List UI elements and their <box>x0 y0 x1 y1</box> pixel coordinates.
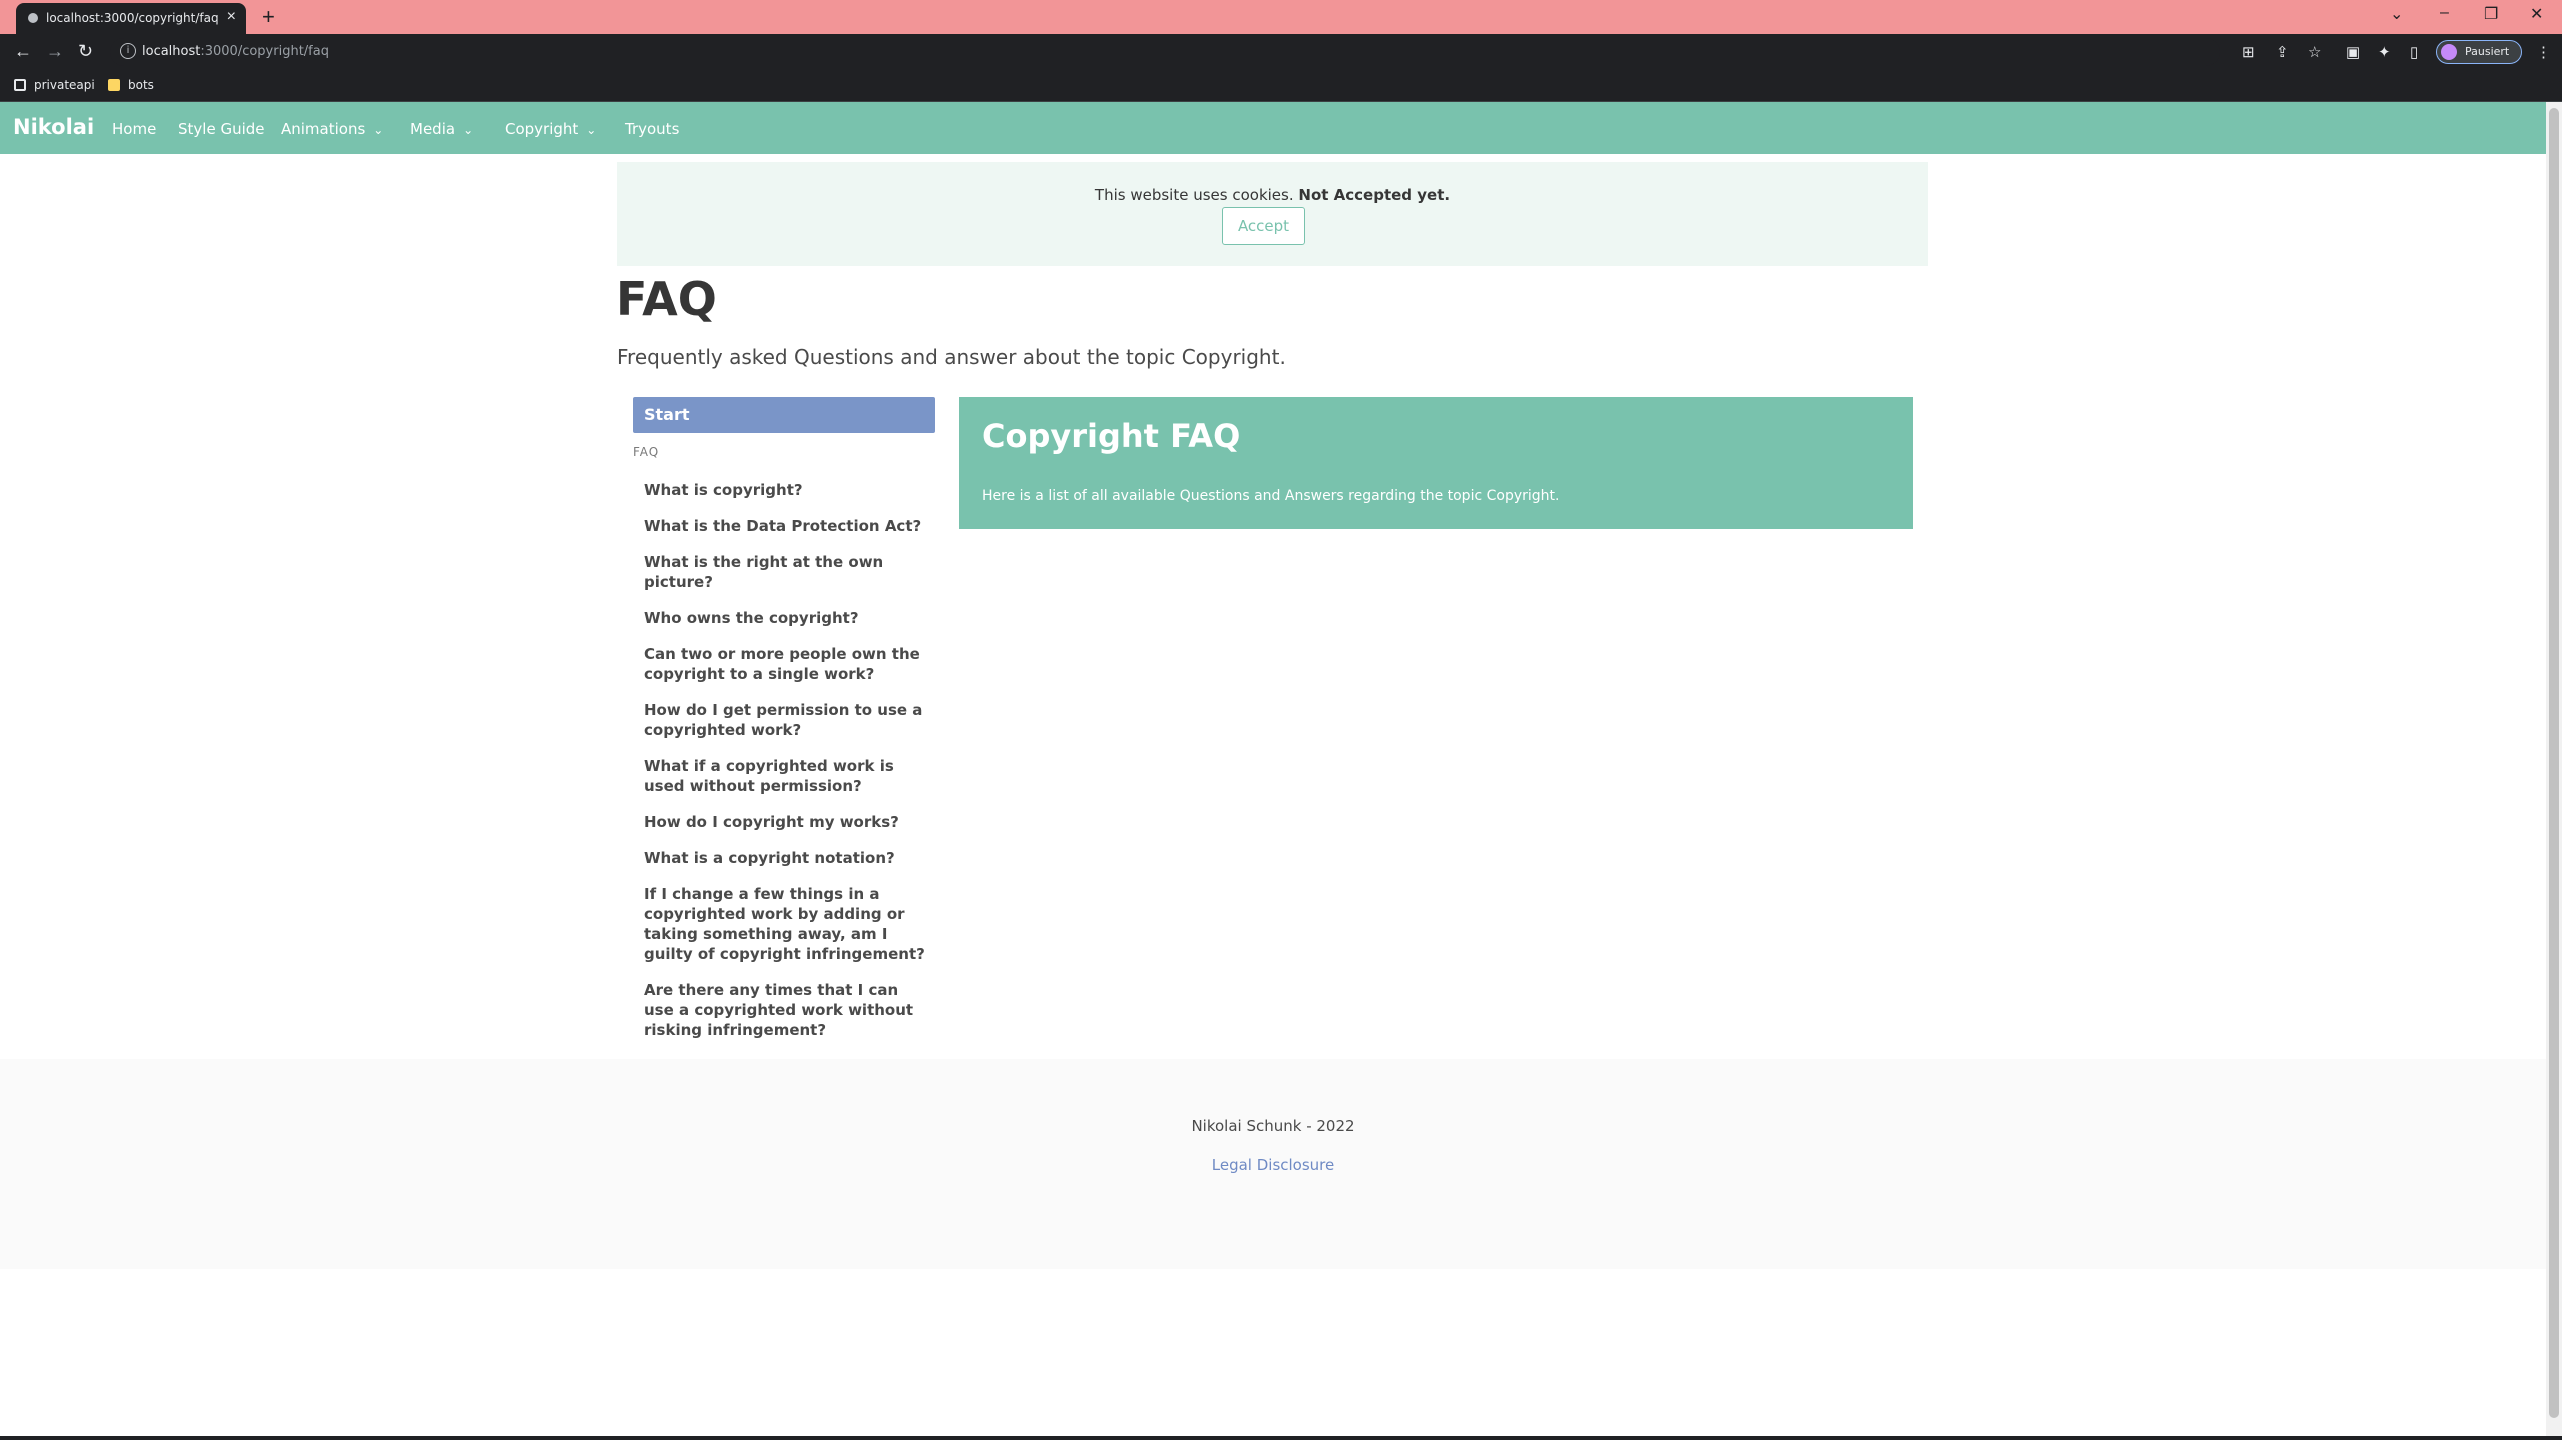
nav-style-guide[interactable]: Style Guide <box>178 120 265 138</box>
cookie-notice: This website uses cookies. Not Accepted … <box>617 162 1928 266</box>
site-footer: Nikolai Schunk - 2022 Legal Disclosure <box>0 1059 2546 1269</box>
faq-link[interactable]: What is the right at the own picture? <box>644 547 929 603</box>
faq-link[interactable]: Can two or more people own the copyright… <box>644 639 929 695</box>
chevron-down-icon: ⌄ <box>463 123 474 137</box>
faq-question-list: What is copyright? What is the Data Prot… <box>644 475 929 1051</box>
nav-media[interactable]: Media ⌄ <box>410 120 473 138</box>
avatar <box>2441 44 2457 60</box>
tab-favicon-icon <box>28 13 38 23</box>
legal-disclosure-link: Legal Disclosure <box>0 1156 2546 1174</box>
faq-link[interactable]: What is copyright? <box>644 475 929 511</box>
extension-icon[interactable]: ▣ <box>2346 43 2360 61</box>
bookmark-star-icon[interactable]: ☆ <box>2308 43 2321 61</box>
menu-label: FAQ <box>633 445 660 459</box>
hero-text: Here is a list of all available Question… <box>982 488 1560 504</box>
share-icon[interactable]: ⇪ <box>2276 43 2289 61</box>
legal-disclosure-link-text[interactable]: Legal Disclosure <box>1212 1156 1334 1174</box>
faq-link[interactable]: What if a copyrighted work is used witho… <box>644 751 929 807</box>
nav-tryouts[interactable]: Tryouts <box>625 120 679 138</box>
faq-link[interactable]: How do I get permission to use a copyrig… <box>644 695 929 751</box>
minimize-icon[interactable]: – <box>2440 4 2449 22</box>
bookmarks-bar: privateapi bots <box>0 70 2562 102</box>
extensions-puzzle-icon[interactable]: ✦ <box>2378 43 2391 61</box>
cookie-text: This website uses cookies. Not Accepted … <box>1094 186 1451 204</box>
window-close-icon[interactable]: ✕ <box>2530 4 2543 24</box>
bookmark-bots[interactable]: bots <box>108 78 154 92</box>
nav-animations[interactable]: Animations ⌄ <box>281 120 383 138</box>
page-subtitle: Frequently asked Questions and answer ab… <box>617 345 1286 369</box>
page-scrollbar[interactable] <box>2546 102 2562 1436</box>
faq-link[interactable]: What is a copyright notation? <box>644 843 929 879</box>
cookie-status: Not Accepted yet. <box>1298 186 1451 204</box>
new-tab-button[interactable]: + <box>262 4 275 30</box>
footer-copyright: Nikolai Schunk - 2022 <box>1191 1117 1355 1135</box>
forward-icon[interactable]: → <box>46 41 64 62</box>
bookmark-privateapi[interactable]: privateapi <box>14 78 95 92</box>
profile-button[interactable]: Pausiert <box>2436 40 2522 64</box>
menu-item-start[interactable]: Start <box>633 397 935 433</box>
address-bar[interactable]: i localhost:3000/copyright/faq <box>110 38 2220 66</box>
faq-link[interactable]: Who owns the copyright? <box>644 603 929 639</box>
chevron-down-icon: ⌄ <box>373 123 384 137</box>
window-bottom-edge <box>0 1436 2562 1440</box>
faq-link[interactable]: If I change a few things in a copyrighte… <box>644 879 929 975</box>
copyright-faq-hero: Copyright FAQ Here is a list of all avai… <box>959 397 1913 529</box>
address-url[interactable]: localhost:3000/copyright/faq <box>142 44 329 59</box>
scrollbar-thumb[interactable] <box>2549 108 2559 1418</box>
page-viewport: Nikolai Home Style Guide Animations ⌄ Med… <box>0 102 2546 1436</box>
chevron-down-icon: ⌄ <box>586 123 597 137</box>
site-info-icon[interactable]: i <box>120 43 136 59</box>
folder-icon <box>108 79 120 91</box>
back-icon[interactable]: ← <box>14 41 32 62</box>
side-panel-icon[interactable]: ▯ <box>2410 43 2418 61</box>
nav-home[interactable]: Home <box>112 120 156 138</box>
reload-icon[interactable]: ↻ <box>78 41 93 62</box>
menu-kebab-icon[interactable]: ⋮ <box>2536 43 2551 61</box>
profile-label: Pausiert <box>2465 45 2510 58</box>
tab-search-icon[interactable]: ⌄ <box>2390 4 2403 24</box>
nav-copyright[interactable]: Copyright ⌄ <box>505 120 596 138</box>
tab-close-icon[interactable]: × <box>227 8 236 26</box>
brand-logo[interactable]: Nikolai <box>13 115 94 139</box>
bookmark-site-icon <box>14 79 26 91</box>
hero-title: Copyright FAQ <box>982 417 1241 455</box>
browser-tab[interactable]: localhost:3000/copyright/faq × <box>16 3 246 34</box>
faq-link[interactable]: What is the Data Protection Act? <box>644 511 929 547</box>
translate-icon[interactable]: ⊞ <box>2242 43 2255 61</box>
accept-cookies-button[interactable]: Accept <box>1222 207 1305 245</box>
faq-link[interactable]: How do I copyright my works? <box>644 807 929 843</box>
browser-tab-strip: localhost:3000/copyright/faq × + ⌄ – ❐ ✕ <box>0 0 2562 34</box>
tab-title: localhost:3000/copyright/faq <box>46 11 219 25</box>
page-title: FAQ <box>616 272 717 326</box>
restore-icon[interactable]: ❐ <box>2484 4 2498 24</box>
faq-link[interactable]: Are there any times that I can use a cop… <box>644 975 929 1051</box>
browser-toolbar: ← → ↻ i localhost:3000/copyright/faq ⊞ ⇪… <box>0 34 2562 70</box>
site-navbar: Nikolai Home Style Guide Animations ⌄ Med… <box>0 102 2546 154</box>
